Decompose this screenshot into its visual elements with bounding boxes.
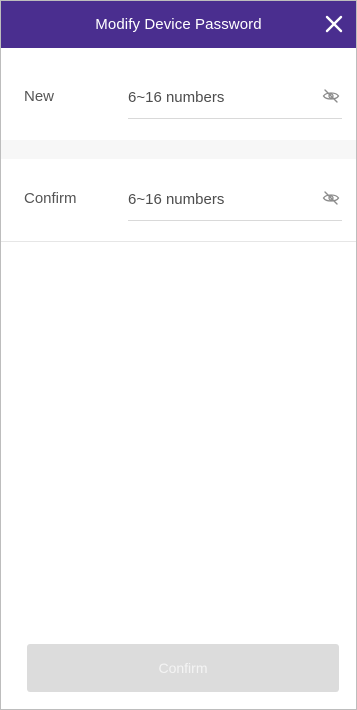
page-title: Modify Device Password xyxy=(95,16,262,33)
confirm-password-label: Confirm xyxy=(24,190,77,207)
divider xyxy=(1,241,356,242)
modify-password-screen: Modify Device Password New Confirm Confi… xyxy=(0,0,357,710)
eye-off-icon xyxy=(322,191,340,205)
confirm-password-input[interactable] xyxy=(128,188,308,210)
new-password-label: New xyxy=(24,88,55,105)
eye-off-icon xyxy=(322,89,340,103)
section-separator xyxy=(1,140,356,159)
confirm-button[interactable]: Confirm xyxy=(27,644,339,692)
new-password-field xyxy=(128,75,342,119)
confirm-password-row: Confirm xyxy=(1,159,356,241)
confirm-password-field xyxy=(128,177,342,221)
confirm-password-visibility-toggle[interactable] xyxy=(322,190,340,206)
close-icon xyxy=(325,15,343,33)
close-button[interactable] xyxy=(322,12,346,36)
header-bar: Modify Device Password xyxy=(1,1,356,48)
new-password-input[interactable] xyxy=(128,86,308,108)
new-password-visibility-toggle[interactable] xyxy=(322,88,340,104)
new-password-row: New xyxy=(1,57,356,139)
